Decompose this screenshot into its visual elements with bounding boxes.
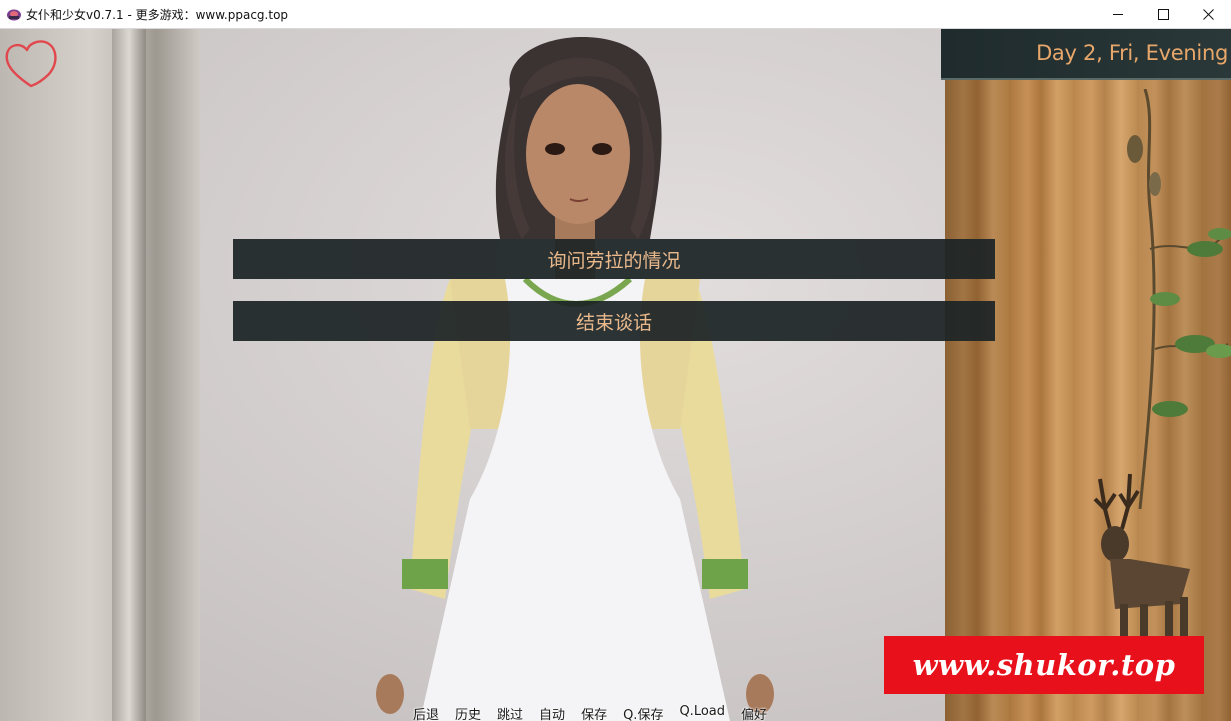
quick-menu-save[interactable]: 保存	[573, 704, 615, 721]
character-sprite	[376, 36, 774, 721]
heart-icon[interactable]	[3, 36, 59, 92]
maximize-button[interactable]	[1140, 0, 1186, 28]
choice-label: 结束谈话	[575, 311, 652, 334]
plant-decoration	[1127, 89, 1231, 509]
quick-menu: 后退 历史 跳过 自动 保存 Q.保存 Q.Load 偏好	[405, 704, 775, 721]
minimize-icon	[1112, 13, 1123, 15]
window-titlebar: 女仆和少女v0.7.1 - 更多游戏：www.ppacg.top	[0, 0, 1231, 29]
background-door	[0, 29, 200, 721]
maximize-icon	[1157, 8, 1169, 20]
quick-menu-quick-load[interactable]: Q.Load	[671, 704, 733, 721]
date-label: Day 2, Fri, Evening	[1036, 41, 1228, 65]
app-icon	[7, 9, 21, 21]
watermark-banner: www.shukor.top	[884, 636, 1204, 694]
window-title: 女仆和少女v0.7.1 - 更多游戏：www.ppacg.top	[26, 8, 289, 22]
quick-menu-history[interactable]: 历史	[447, 704, 489, 721]
choice-label: 询问劳拉的情况	[547, 249, 681, 272]
quick-menu-auto[interactable]: 自动	[531, 704, 573, 721]
quick-menu-quick-save[interactable]: Q.保存	[615, 704, 671, 721]
choice-end-conversation[interactable]: 结束谈话	[233, 301, 995, 341]
quick-menu-back[interactable]: 后退	[405, 704, 447, 721]
choice-ask-about-laura[interactable]: 询问劳拉的情况	[233, 239, 995, 279]
watermark-text: www.shukor.top	[912, 648, 1176, 682]
background-door-frame	[112, 29, 146, 721]
game-viewport[interactable]: Day 2, Fri, Evening 询问劳拉的情况 结束谈话 www.shu…	[0, 29, 1231, 721]
minimize-button[interactable]	[1095, 0, 1141, 28]
date-panel: Day 2, Fri, Evening	[941, 29, 1231, 80]
quick-menu-preferences[interactable]: 偏好	[733, 704, 775, 721]
quick-menu-skip[interactable]: 跳过	[489, 704, 531, 721]
close-icon	[1202, 8, 1214, 20]
close-button[interactable]	[1185, 0, 1231, 28]
